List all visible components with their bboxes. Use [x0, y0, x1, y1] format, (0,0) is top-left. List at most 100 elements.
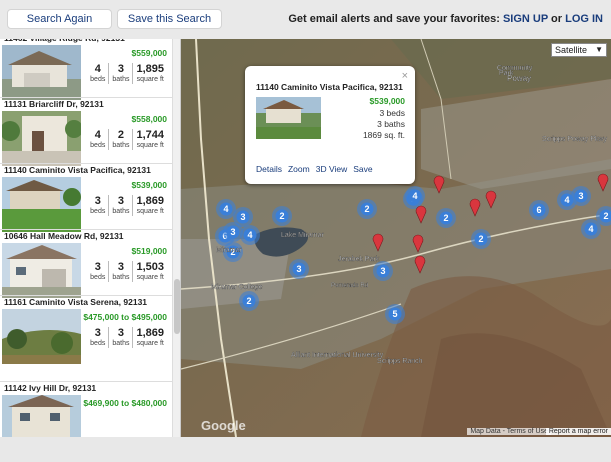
cluster-count: 2 — [443, 213, 448, 223]
map-place-label: Lake Miramar — [281, 232, 324, 239]
zoom-link[interactable]: Zoom — [288, 164, 310, 174]
listing-price: $559,000 — [131, 48, 167, 58]
listing-divider — [0, 381, 172, 382]
report-map-error-link[interactable]: Report a map error — [545, 428, 611, 435]
scroll-thumb[interactable] — [174, 279, 180, 334]
map-place-label: Park — [499, 70, 514, 77]
listing-stats: 4 beds 2 baths 1,744 square ft — [87, 129, 167, 150]
listing-cluster-marker[interactable]: 2 — [357, 199, 377, 219]
listing-cluster-marker[interactable]: 6 — [529, 200, 549, 220]
cluster-count: 2 — [364, 204, 369, 214]
map-place-label: Jerabek Park — [338, 256, 380, 263]
listing-divider — [0, 295, 172, 296]
listing-price: $558,000 — [131, 114, 167, 124]
listing-cluster-marker[interactable]: 3 — [373, 261, 393, 281]
beds-stat: 3 beds — [87, 327, 108, 348]
map-attribution-link[interactable]: Map Data - Terms of Use — [467, 428, 551, 435]
beds-stat: 4 beds — [87, 63, 108, 84]
log-in-link[interactable]: LOG IN — [565, 13, 603, 25]
listing-cluster-marker[interactable]: 4 — [581, 219, 601, 239]
listing-photo[interactable] — [2, 309, 81, 364]
popup-title: 11140 Caminito Vista Pacifica, 92131 — [256, 82, 403, 92]
listing-cluster-marker[interactable]: 3 — [289, 259, 309, 279]
sqft-unit: square ft — [136, 142, 164, 149]
beds-unit: beds — [90, 76, 106, 83]
listing-address[interactable]: 11131 Briarcliff Dr, 92131 — [4, 99, 104, 109]
close-icon[interactable]: × — [402, 70, 408, 82]
listing-cluster-marker[interactable]: 2 — [272, 206, 292, 226]
listing-item[interactable]: 11462 Village Ridge Rd, 92131 $559,000 4… — [0, 39, 172, 100]
listing-cluster-marker[interactable]: 5 — [385, 304, 405, 324]
listings-sidebar: 11462 Village Ridge Rd, 92131 $559,000 4… — [0, 39, 181, 437]
listing-photo[interactable] — [2, 45, 81, 100]
sqft-value: 1,503 — [136, 261, 164, 273]
beds-stat: 4 beds — [87, 129, 108, 150]
listing-photo[interactable] — [2, 243, 81, 298]
listing-stats: 3 beds 3 baths 1,869 square ft — [87, 327, 167, 348]
listing-cluster-marker[interactable]: 2 — [239, 291, 259, 311]
listing-address[interactable]: 11142 Ivy Hill Dr, 92131 — [4, 383, 96, 393]
3d-view-link[interactable]: 3D View — [316, 164, 348, 174]
cluster-count: 2 — [478, 234, 483, 244]
listing-cluster-marker[interactable]: 2 — [471, 229, 491, 249]
cluster-count: 3 — [240, 212, 245, 222]
save-search-button[interactable]: Save this Search — [117, 9, 222, 29]
baths-unit: baths — [112, 76, 130, 83]
cluster-count: 4 — [588, 224, 593, 234]
map-type-select[interactable]: Satellite ▼ — [551, 43, 607, 57]
beds-value: 4 — [94, 129, 101, 141]
listing-item[interactable]: 11142 Ivy Hill Dr, 92131 $469,900 to $48… — [0, 383, 172, 437]
search-again-button[interactable]: Search Again — [7, 9, 112, 29]
listing-item[interactable]: 10646 Hall Meadow Rd, 92131 $519,000 3 be… — [0, 231, 172, 298]
baths-unit: baths — [112, 274, 130, 281]
sign-up-link[interactable]: SIGN UP — [503, 13, 548, 25]
listing-cluster-marker[interactable]: 2 — [436, 208, 456, 228]
map-place-label: Miramar College — [211, 284, 262, 291]
listing-photo[interactable] — [2, 395, 81, 437]
map-view[interactable]: 432634322523643225442 PowayCommunityPark… — [181, 39, 611, 437]
email-alerts-prompt: Get email alerts and save your favorites… — [288, 13, 603, 25]
beds-value: 4 — [94, 63, 101, 75]
cluster-count: 3 — [230, 227, 235, 237]
popup-photo[interactable] — [256, 97, 321, 139]
beds-unit: beds — [90, 340, 106, 347]
listing-address[interactable]: 11161 Caminito Vista Serena, 92131 — [4, 297, 147, 307]
listing-address[interactable]: 10646 Hall Meadow Rd, 92131 — [4, 231, 124, 241]
sqft-unit: square ft — [136, 208, 164, 215]
listing-price: $539,000 — [131, 180, 167, 190]
baths-unit: baths — [112, 208, 130, 215]
chevron-down-icon: ▼ — [595, 45, 603, 54]
listing-cluster-marker[interactable]: 4 — [216, 199, 236, 219]
listing-address[interactable]: 11140 Caminito Vista Pacifica, 92131 — [4, 165, 151, 175]
listing-address[interactable]: 11462 Village Ridge Rd, 92131 — [4, 39, 125, 43]
cluster-count: 2 — [246, 296, 251, 306]
listing-cluster-marker[interactable]: 4 — [240, 225, 260, 245]
sqft-stat: 1,744 square ft — [132, 129, 167, 150]
beds-stat: 3 beds — [87, 261, 108, 282]
sqft-stat: 1,869 square ft — [132, 327, 167, 348]
listing-cluster-marker[interactable]: 3 — [571, 186, 591, 206]
listing-item[interactable]: 11131 Briarcliff Dr, 92131 $558,000 4 bed… — [0, 99, 172, 166]
save-link[interactable]: Save — [353, 164, 372, 174]
listing-photo[interactable] — [2, 111, 81, 166]
listing-item[interactable]: 11161 Caminito Vista Serena, 92131 $475,… — [0, 297, 172, 364]
listing-stats: 4 beds 3 baths 1,895 square ft — [87, 63, 167, 84]
listing-popup: × 11140 Caminito Vista Pacifica, 92131 $… — [245, 66, 415, 184]
listing-photo[interactable] — [2, 177, 81, 232]
sidebar-scrollbar[interactable] — [172, 39, 180, 437]
cluster-count: 4 — [412, 191, 417, 201]
cluster-count: 6 — [536, 205, 541, 215]
listing-cluster-marker[interactable]: 3 — [223, 222, 243, 242]
listing-price: $475,000 to $495,000 — [83, 312, 167, 322]
listing-item[interactable]: 11140 Caminito Vista Pacifica, 92131 $53… — [0, 165, 172, 232]
listing-cluster-marker[interactable]: 4 — [405, 186, 425, 206]
cluster-count: 3 — [380, 266, 385, 276]
sqft-value: 1,869 — [136, 327, 164, 339]
listing-price: $519,000 — [131, 246, 167, 256]
cluster-count: 3 — [578, 191, 583, 201]
details-link[interactable]: Details — [256, 164, 282, 174]
sqft-unit: square ft — [136, 76, 164, 83]
listing-divider — [0, 163, 172, 164]
map-type-label: Satellite — [555, 45, 588, 55]
baths-stat: 3 baths — [108, 195, 132, 216]
